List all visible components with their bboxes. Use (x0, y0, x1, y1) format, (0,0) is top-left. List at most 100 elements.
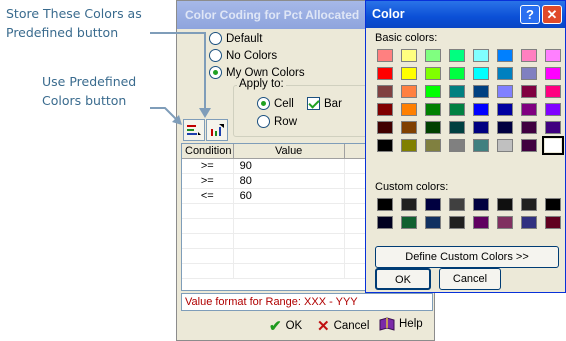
basic-color-swatch[interactable] (545, 121, 561, 134)
basic-color-swatch[interactable] (497, 121, 513, 134)
cancel-button[interactable]: ✕ Cancel (317, 317, 369, 335)
basic-color-swatch[interactable] (473, 49, 489, 62)
custom-color-swatch[interactable] (473, 216, 489, 229)
color-cancel-button[interactable]: Cancel (439, 268, 501, 290)
basic-color-swatch[interactable] (377, 139, 393, 152)
option-my-own-colors-label: My Own Colors (226, 66, 305, 79)
custom-color-swatch[interactable] (545, 216, 561, 229)
basic-color-swatch[interactable] (497, 49, 513, 62)
use-predefined-colors-button[interactable] (183, 119, 205, 141)
callout-store: Store These Colors as Predefined button (6, 6, 142, 40)
basic-color-swatch[interactable] (449, 49, 465, 62)
basic-color-swatch[interactable] (425, 139, 441, 152)
basic-color-swatch[interactable] (545, 49, 561, 62)
custom-color-swatch[interactable] (521, 198, 537, 211)
basic-color-swatch[interactable] (401, 67, 417, 80)
custom-color-swatch[interactable] (497, 198, 513, 211)
basic-color-swatch[interactable] (473, 139, 489, 152)
custom-color-swatch[interactable] (521, 216, 537, 229)
custom-color-swatch[interactable] (377, 216, 393, 229)
help-question-icon[interactable]: ? (520, 5, 540, 24)
custom-color-swatch[interactable] (425, 216, 441, 229)
close-icon[interactable]: ✕ (542, 5, 562, 24)
radio-default[interactable] (209, 32, 222, 45)
condition-cell[interactable]: >= (182, 174, 234, 188)
define-custom-colors-button[interactable]: Define Custom Colors >> (375, 246, 559, 268)
basic-color-swatch[interactable] (521, 49, 537, 62)
apply-row[interactable]: Row (257, 115, 297, 128)
basic-color-swatch[interactable] (401, 139, 417, 152)
custom-color-swatch[interactable] (401, 216, 417, 229)
basic-color-swatch[interactable] (521, 139, 537, 152)
basic-color-swatch[interactable] (545, 67, 561, 80)
radio-row[interactable] (257, 115, 270, 128)
condition-cell[interactable]: <= (182, 189, 234, 203)
predefined-colors-icon (187, 125, 201, 135)
header-value: Value (234, 144, 345, 158)
store-predefined-colors-button[interactable] (206, 119, 228, 141)
basic-color-swatch[interactable] (473, 85, 489, 98)
radio-no-colors[interactable] (209, 49, 222, 62)
basic-color-swatch[interactable] (545, 85, 561, 98)
basic-color-swatch[interactable] (425, 49, 441, 62)
basic-color-swatch[interactable] (521, 85, 537, 98)
basic-color-swatch[interactable] (497, 67, 513, 80)
option-default-label: Default (226, 32, 263, 45)
basic-color-swatch[interactable] (497, 103, 513, 116)
custom-color-swatch[interactable] (473, 198, 489, 211)
custom-colors-label: Custom colors: (375, 181, 449, 193)
custom-color-swatch[interactable] (377, 198, 393, 211)
basic-color-swatch[interactable] (449, 103, 465, 116)
help-button[interactable]: Help (379, 317, 423, 331)
value-cell[interactable]: 90 (234, 159, 345, 173)
basic-color-swatch[interactable] (425, 103, 441, 116)
basic-color-swatch[interactable] (401, 103, 417, 116)
basic-color-swatch[interactable] (497, 139, 513, 152)
basic-color-swatch[interactable] (377, 103, 393, 116)
basic-color-swatch[interactable] (449, 67, 465, 80)
basic-color-swatch[interactable] (425, 67, 441, 80)
basic-color-swatch[interactable] (473, 103, 489, 116)
option-no-colors[interactable]: No Colors (209, 49, 277, 62)
basic-color-swatch[interactable] (377, 85, 393, 98)
basic-color-swatch[interactable] (521, 121, 537, 134)
basic-color-swatch[interactable] (542, 136, 564, 155)
basic-color-swatch[interactable] (377, 49, 393, 62)
checkbox-bar[interactable] (307, 97, 320, 110)
basic-colors-grid (377, 49, 564, 155)
basic-color-swatch[interactable] (545, 103, 561, 116)
basic-color-swatch[interactable] (521, 103, 537, 116)
basic-color-swatch[interactable] (425, 85, 441, 98)
basic-color-swatch[interactable] (473, 67, 489, 80)
ok-button[interactable]: ✔ OK (269, 317, 302, 335)
basic-color-swatch[interactable] (449, 121, 465, 134)
color-ok-button[interactable]: OK (375, 268, 431, 290)
custom-color-swatch[interactable] (401, 198, 417, 211)
basic-color-swatch[interactable] (521, 67, 537, 80)
custom-color-swatch[interactable] (497, 216, 513, 229)
basic-color-swatch[interactable] (401, 121, 417, 134)
basic-color-swatch[interactable] (497, 85, 513, 98)
custom-color-swatch[interactable] (449, 216, 465, 229)
radio-my-own-colors[interactable] (209, 66, 222, 79)
custom-color-swatch[interactable] (425, 198, 441, 211)
condition-cell[interactable]: >= (182, 159, 234, 173)
custom-color-swatch[interactable] (449, 198, 465, 211)
apply-cell[interactable]: Cell (257, 97, 294, 110)
apply-bar[interactable]: Bar (307, 97, 342, 110)
radio-cell[interactable] (257, 97, 270, 110)
basic-color-swatch[interactable] (449, 139, 465, 152)
basic-color-swatch[interactable] (401, 49, 417, 62)
value-cell[interactable]: 60 (234, 189, 345, 203)
custom-color-swatch[interactable] (545, 198, 561, 211)
basic-color-swatch[interactable] (377, 121, 393, 134)
basic-color-swatch[interactable] (449, 85, 465, 98)
basic-color-swatch[interactable] (425, 121, 441, 134)
apply-bar-label: Bar (324, 97, 342, 110)
basic-color-swatch[interactable] (377, 67, 393, 80)
basic-color-swatch[interactable] (401, 85, 417, 98)
option-default[interactable]: Default (209, 32, 262, 45)
check-icon: ✔ (269, 318, 282, 335)
value-cell[interactable]: 80 (234, 174, 345, 188)
basic-color-swatch[interactable] (473, 121, 489, 134)
